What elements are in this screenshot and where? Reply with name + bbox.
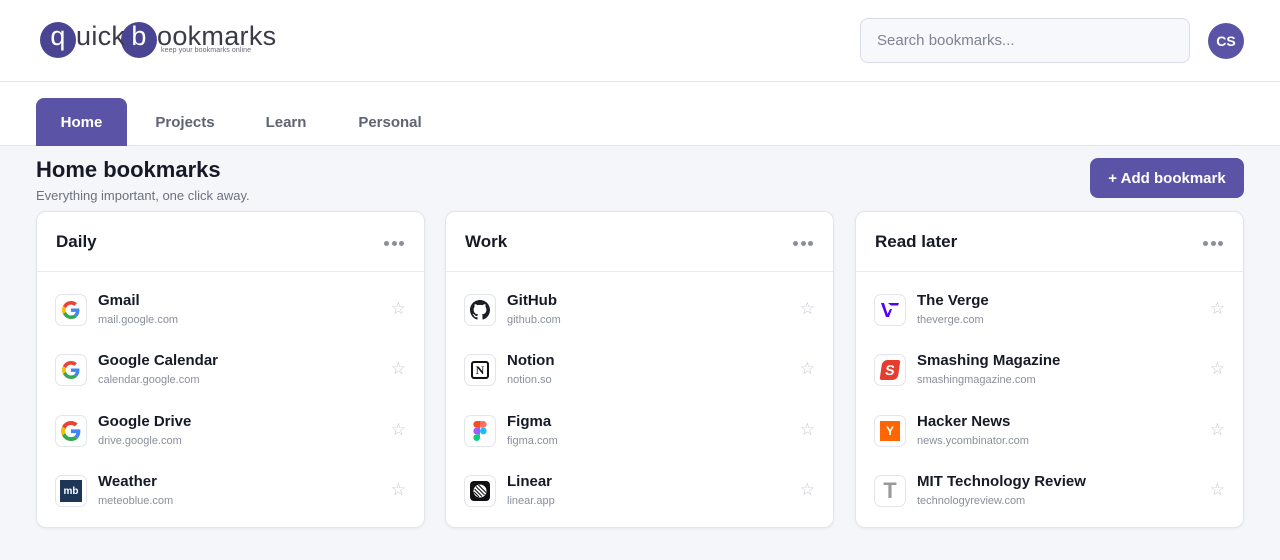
bookmark-url: figma.com	[507, 435, 558, 447]
bookmark-item[interactable]: Gmail mail.google.com ☆	[37, 288, 424, 332]
mit-tr-logo-text: T	[879, 478, 901, 503]
bookmark-url: meteoblue.com	[98, 495, 174, 507]
more-options-icon[interactable]	[384, 241, 404, 247]
star-icon[interactable]: ☆	[1210, 481, 1225, 498]
tab-bar: Home Projects Learn Personal	[0, 82, 1280, 146]
bookmark-item[interactable]: mb Weather meteoblue.com ☆	[37, 469, 424, 513]
mit-tr-icon: T	[874, 475, 906, 507]
smashing-icon: S	[874, 354, 906, 386]
group-header: Work	[446, 212, 833, 272]
bookmark-url: notion.so	[507, 374, 552, 386]
logo-tagline: keep your bookmarks online	[161, 47, 252, 54]
google-icon	[55, 415, 87, 447]
bookmark-item[interactable]: T MIT Technology Review technologyreview…	[856, 469, 1243, 513]
bookmark-name: Gmail	[98, 292, 140, 309]
more-options-icon[interactable]	[1203, 241, 1223, 247]
logo-letter-q: q	[50, 21, 66, 51]
group-title: Daily	[56, 232, 97, 251]
bookmark-name: Google Calendar	[98, 352, 219, 369]
bookmark-url: technologyreview.com	[917, 495, 1026, 507]
bookmark-item[interactable]: Figma figma.com ☆	[446, 409, 833, 453]
google-icon	[55, 294, 87, 326]
bookmark-name: Linear	[507, 473, 553, 490]
bookmark-url: theverge.com	[917, 314, 984, 326]
bookmark-name: Hacker News	[917, 413, 1011, 430]
app-header: q uick b ookmarks keep your bookmarks onlin…	[0, 0, 1280, 82]
bookmark-item[interactable]: Google Drive drive.google.com ☆	[37, 409, 424, 453]
hacker-news-icon: Y	[874, 415, 906, 447]
hacker-news-logo-text: Y	[880, 421, 900, 441]
page-subtitle: Everything important, one click away.	[36, 188, 250, 203]
figma-icon	[464, 415, 496, 447]
group-header: Read later	[856, 212, 1243, 272]
meteoblue-icon: mb	[55, 475, 87, 507]
star-icon[interactable]: ☆	[391, 481, 406, 498]
star-icon[interactable]: ☆	[1210, 360, 1225, 377]
star-icon[interactable]: ☆	[800, 300, 815, 317]
bookmark-item[interactable]: Y Hacker News news.ycombinator.com ☆	[856, 409, 1243, 453]
meteoblue-logo-text: mb	[60, 480, 82, 502]
tab-projects[interactable]: Projects	[139, 98, 231, 146]
bookmark-item[interactable]: GitHub github.com ☆	[446, 288, 833, 332]
add-bookmark-button[interactable]: + Add bookmark	[1090, 158, 1244, 198]
bookmark-item[interactable]: The Verge theverge.com ☆	[856, 288, 1243, 332]
bookmark-url: calendar.google.com	[98, 374, 200, 386]
star-icon[interactable]: ☆	[800, 481, 815, 498]
user-avatar[interactable]: CS	[1208, 23, 1244, 59]
star-icon[interactable]: ☆	[391, 421, 406, 438]
tab-home[interactable]: Home	[36, 98, 127, 146]
app-logo[interactable]: q uick b ookmarks keep your bookmarks onlin…	[40, 20, 276, 60]
group-header: Daily	[37, 212, 424, 272]
bookmark-name: The Verge	[917, 292, 989, 309]
bookmark-url: smashingmagazine.com	[917, 374, 1036, 386]
github-icon	[464, 294, 496, 326]
bookmark-url: news.ycombinator.com	[917, 435, 1029, 447]
bookmark-url: drive.google.com	[98, 435, 182, 447]
bookmark-group-work: Work GitHub github.com ☆ N Notion notion…	[445, 211, 834, 528]
bookmark-item[interactable]: Google Calendar calendar.google.com ☆	[37, 348, 424, 392]
page-title: Home bookmarks	[36, 157, 221, 182]
bookmark-url: linear.app	[507, 495, 555, 507]
bookmark-name: GitHub	[507, 292, 557, 309]
group-title: Read later	[875, 232, 958, 251]
bookmark-name: Google Drive	[98, 413, 192, 430]
bookmark-url: mail.google.com	[98, 314, 179, 326]
bookmark-name: Weather	[98, 473, 157, 490]
notion-logo-text: N	[471, 361, 489, 379]
smashing-logo-text: S	[879, 360, 901, 380]
logo-text-uick: uick	[76, 21, 126, 51]
star-icon[interactable]: ☆	[391, 360, 406, 377]
more-options-icon[interactable]	[793, 241, 813, 247]
star-icon[interactable]: ☆	[800, 360, 815, 377]
logo-letter-b: b	[131, 21, 147, 51]
bookmark-item[interactable]: S Smashing Magazine smashingmagazine.com…	[856, 348, 1243, 392]
google-icon	[55, 354, 87, 386]
linear-icon	[464, 475, 496, 507]
star-icon[interactable]: ☆	[1210, 300, 1225, 317]
star-icon[interactable]: ☆	[1210, 421, 1225, 438]
bookmark-group-read-later: Read later The Verge theverge.com ☆ S Sm…	[855, 211, 1244, 528]
search-input[interactable]	[860, 18, 1190, 63]
bookmark-item[interactable]: Linear linear.app ☆	[446, 469, 833, 513]
bookmark-name: Figma	[507, 413, 552, 430]
bookmark-group-daily: Daily Gmail mail.google.com ☆ Google Cal…	[36, 211, 425, 528]
group-title: Work	[465, 232, 508, 251]
bookmark-name: Notion	[507, 352, 555, 369]
notion-icon: N	[464, 354, 496, 386]
verge-icon	[874, 294, 906, 326]
tab-learn[interactable]: Learn	[251, 98, 321, 146]
bookmark-url: github.com	[507, 314, 561, 326]
bookmark-item[interactable]: N Notion notion.so ☆	[446, 348, 833, 392]
bookmark-name: MIT Technology Review	[917, 473, 1086, 490]
bookmark-name: Smashing Magazine	[917, 352, 1061, 369]
star-icon[interactable]: ☆	[391, 300, 406, 317]
tab-personal[interactable]: Personal	[345, 98, 435, 146]
star-icon[interactable]: ☆	[800, 421, 815, 438]
